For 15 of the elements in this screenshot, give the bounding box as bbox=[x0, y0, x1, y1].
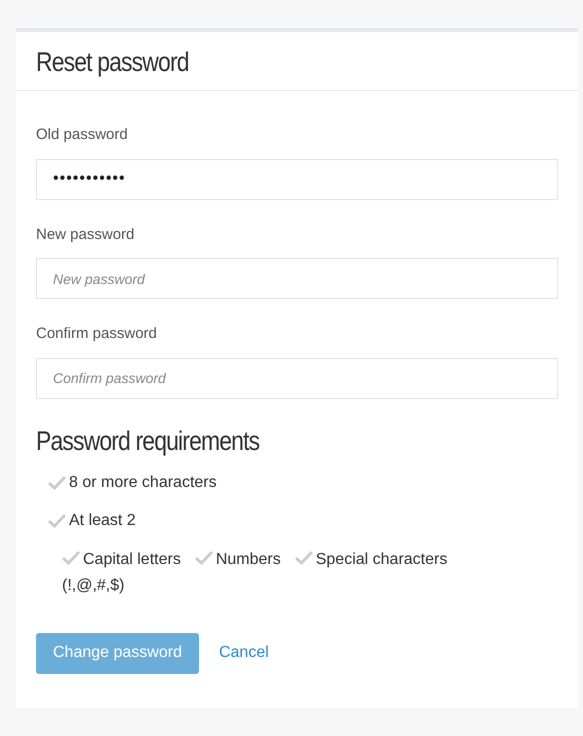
input-field[interactable]: ••••••••••• bbox=[36, 158, 558, 200]
requirement-text: Numbers bbox=[216, 550, 281, 568]
section-heading: Password requirements bbox=[36, 424, 260, 458]
field-label: Confirm password bbox=[36, 324, 158, 344]
card-title: Reset password bbox=[36, 46, 190, 79]
requirement-text: At least 2 bbox=[69, 510, 136, 530]
field-label: Old password bbox=[36, 125, 129, 145]
field-label: New password bbox=[36, 224, 136, 244]
requirement-text: Special characters bbox=[316, 550, 448, 568]
requirement-text: Capital letters bbox=[83, 550, 181, 568]
requirement-text: 8 or more characters bbox=[69, 472, 217, 492]
requirement-note: (!,@,#,$) bbox=[62, 576, 124, 594]
input-field[interactable]: Confirm password bbox=[36, 358, 558, 398]
input-field[interactable]: New password bbox=[36, 258, 558, 299]
cancel-link[interactable]: Cancel bbox=[218, 641, 269, 665]
